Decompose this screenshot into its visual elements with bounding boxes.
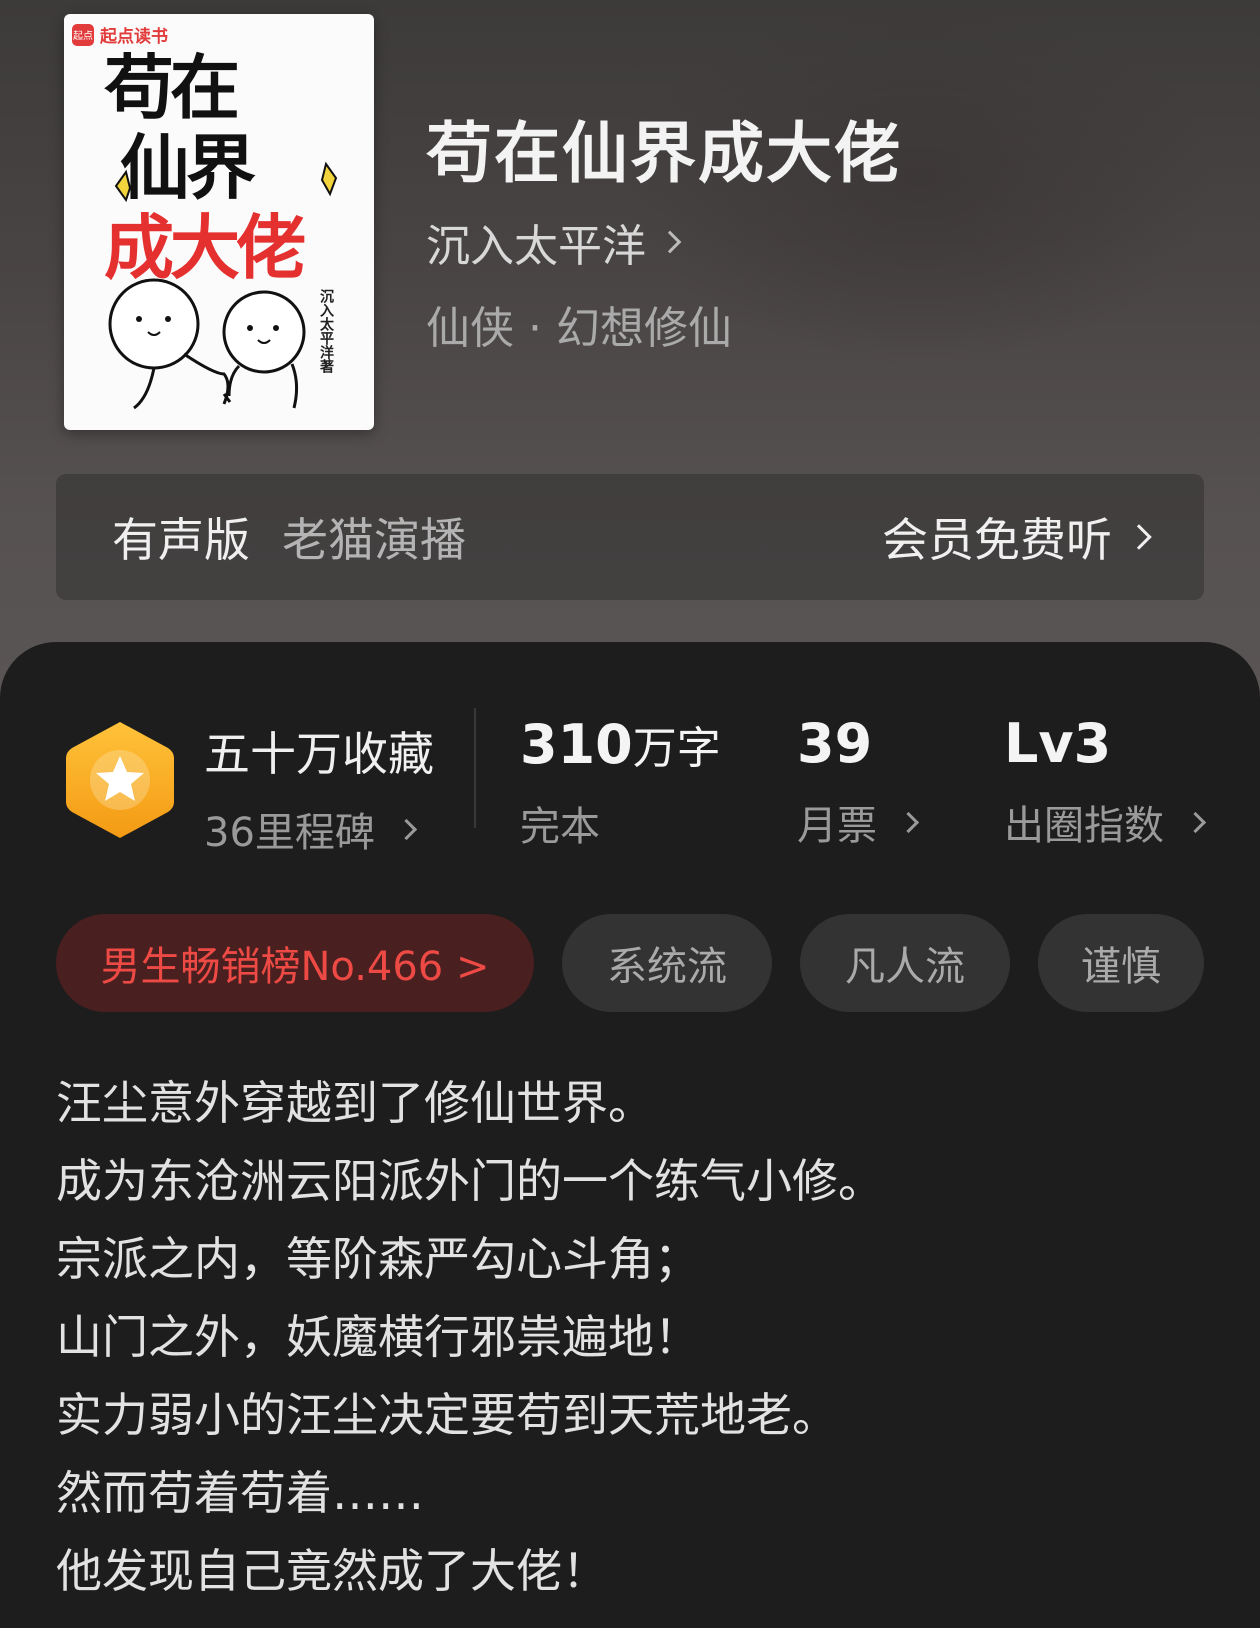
stat-circle-index[interactable]: Lv3 出圈指数 — [1004, 712, 1207, 851]
chevron-right-icon — [897, 811, 920, 833]
word-count-value: 310 — [520, 713, 633, 776]
chevron-right-icon — [395, 818, 418, 840]
description-line: 宗派之内，等阶森严勾心斗角； — [56, 1232, 700, 1286]
description-line: 汪尘意外穿越到了修仙世界。 — [56, 1076, 654, 1130]
circle-index-label: 出圈指数 — [1004, 803, 1164, 849]
tag-mortal[interactable]: 凡人流 — [800, 914, 1010, 1012]
monthly-tickets-value: 39 — [797, 712, 873, 775]
audio-narrator: 老猫演播 — [282, 513, 466, 567]
ranking-tag[interactable]: 男生畅销榜No.466 > — [56, 914, 534, 1012]
chevron-right-icon — [1184, 811, 1207, 833]
book-description[interactable]: 汪尘意外穿越到了修仙世界。 成为东沧洲云阳派外门的一个练气小修。 宗派之内，等阶… — [56, 1064, 1196, 1610]
tag-cautious[interactable]: 谨慎 — [1038, 914, 1204, 1012]
cover-illustration-icon — [108, 161, 338, 410]
description-line: 然而苟着苟着…… — [56, 1466, 424, 1520]
monthly-tickets-label: 月票 — [797, 803, 877, 849]
author-link[interactable]: 沉入太平洋 — [426, 210, 682, 274]
word-count-unit: 万字 — [632, 723, 721, 774]
audio-version-bar[interactable]: 有声版 老猫演播 会员免费听 — [56, 474, 1204, 600]
stat-word-count: 310万字 完本 — [520, 712, 721, 852]
stat-monthly-tickets[interactable]: 39 月票 — [797, 712, 920, 851]
chevron-right-icon — [1126, 524, 1152, 550]
milestone-label: 36里程碑 — [204, 810, 375, 856]
description-line: 他发现自己竟然成了大佬！ — [56, 1544, 608, 1598]
completion-status: 完本 — [520, 804, 600, 850]
stat-collections[interactable]: 五十万收藏 36里程碑 — [204, 718, 434, 858]
author-name: 沉入太平洋 — [426, 221, 646, 272]
stat-divider — [474, 708, 476, 828]
audio-label: 有声版 — [112, 513, 250, 567]
book-cover[interactable]: 起点 起点读书 苟在 仙界 成大佬 沉入太平洋著 — [64, 14, 374, 430]
book-genre: 仙侠 · 幻想修仙 — [426, 303, 732, 354]
member-free-listen-button[interactable]: 会员免费听 — [882, 504, 1152, 570]
circle-index-value: Lv3 — [1004, 712, 1112, 775]
tag-row: 男生畅销榜No.466 > 系统流 凡人流 谨慎 — [56, 914, 1204, 1012]
collections-count: 五十万收藏 — [204, 727, 434, 781]
book-title: 苟在仙界成大佬 — [426, 114, 902, 192]
description-line: 实力弱小的汪尘决定要苟到天荒地老。 — [56, 1388, 838, 1442]
star-hexagon-icon — [66, 722, 174, 838]
chevron-right-icon — [658, 230, 682, 254]
tag-system[interactable]: 系统流 — [562, 914, 772, 1012]
description-line: 山门之外，妖魔横行邪祟遍地！ — [56, 1310, 700, 1364]
description-line: 成为东沧洲云阳派外门的一个练气小修。 — [56, 1154, 884, 1208]
